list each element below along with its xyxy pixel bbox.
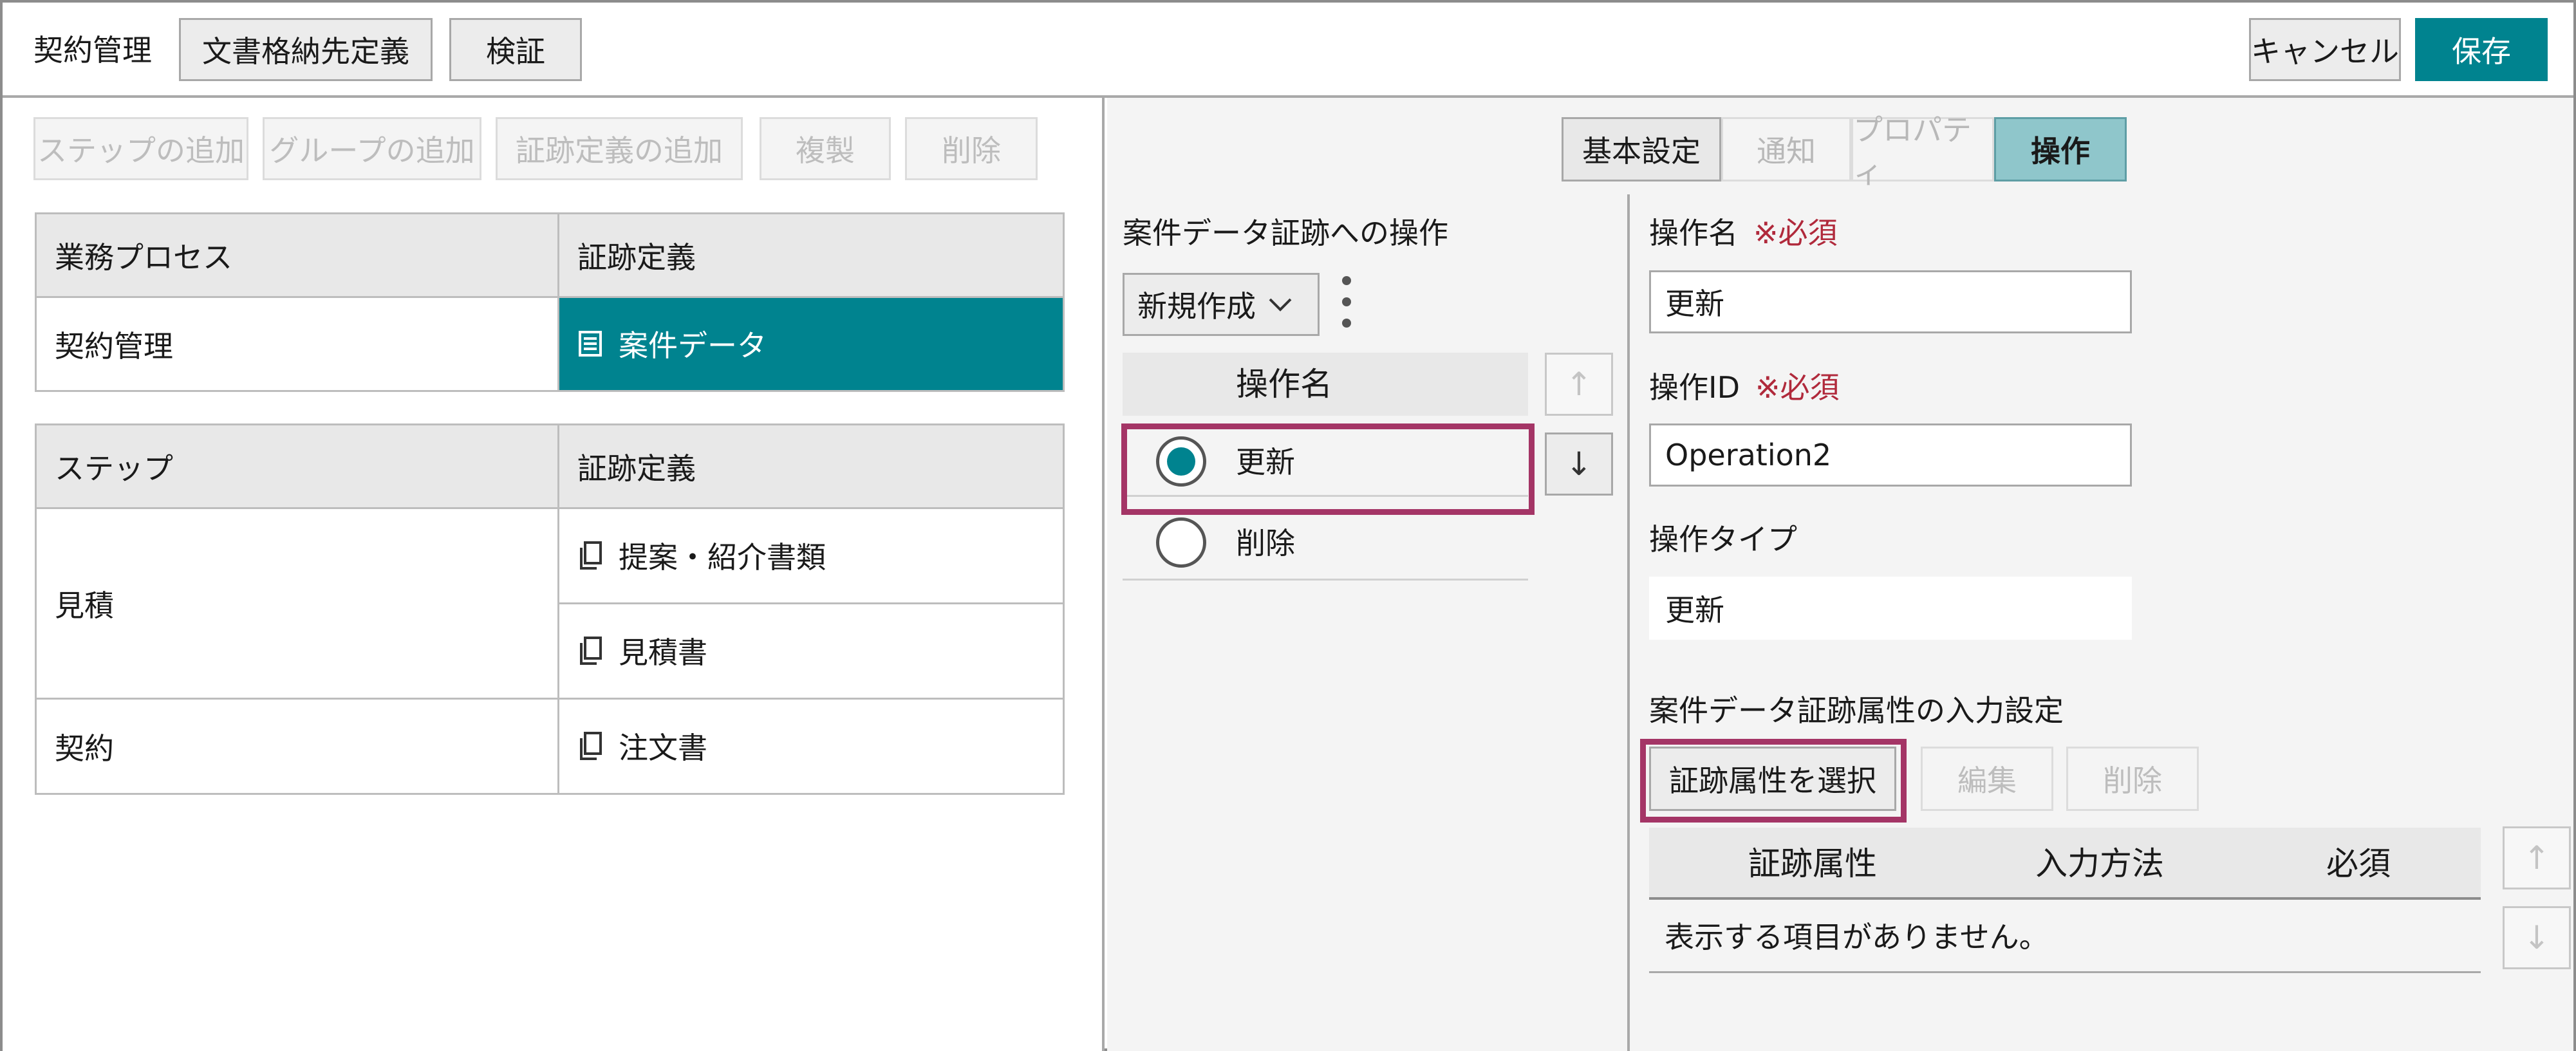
empty-message: 表示する項目がありません。 (1665, 920, 2049, 954)
step-cell-estimate[interactable]: 見積 (35, 507, 559, 700)
tab-notification[interactable]: 通知 (1721, 117, 1851, 181)
column-header-attribute: 証跡属性 (1748, 845, 1877, 882)
required-mark: ※必須 (1755, 370, 1840, 405)
attribute-move-down-button[interactable]: ↓ (2503, 906, 2571, 969)
verify-button[interactable]: 検証 (449, 18, 582, 81)
arrow-down-icon: ↓ (1565, 445, 1592, 483)
top-bar: 契約管理 文書格納先定義 検証 キャンセル 保存 (3, 3, 2573, 98)
radio-unselected[interactable] (1156, 517, 1206, 568)
arrow-down-icon: ↓ (2523, 919, 2550, 956)
attribute-table-empty-row: 表示する項目がありません。 (1649, 902, 2481, 973)
page-title: 契約管理 (33, 33, 152, 68)
new-operation-dropdown[interactable]: 新規作成 (1123, 273, 1320, 336)
doc-storage-button[interactable]: 文書格納先定義 (179, 18, 433, 81)
operation-id-input[interactable]: Operation2 (1649, 423, 2132, 487)
evidence-cell[interactable]: 提案・紹介書類 (557, 507, 1065, 604)
column-header-required: 必須 (2326, 845, 2391, 882)
evidence-label: 案件データ (619, 328, 767, 363)
duplicate-button[interactable]: 複製 (760, 117, 891, 180)
column-header-operation-name: 操作名 (1236, 366, 1332, 403)
move-down-button[interactable]: ↓ (1545, 432, 1613, 496)
evidence-label: 注文書 (619, 730, 707, 765)
edit-button[interactable]: 編集 (1921, 747, 2053, 811)
attribute-section-title: 案件データ証跡属性の入力設定 (1649, 693, 2064, 728)
evidence-cell[interactable]: 注文書 (557, 698, 1065, 795)
attribute-table-header: 証跡属性 入力方法 必須 (1649, 828, 2481, 900)
operation-name-label-text: 操作名 (1649, 216, 1738, 250)
operation-label: 削除 (1236, 526, 1295, 561)
arrow-up-icon: ↑ (1565, 366, 1592, 403)
add-step-button[interactable]: ステップの追加 (33, 117, 248, 180)
document-copy-icon (580, 541, 602, 570)
document-copy-icon (580, 636, 602, 665)
evidence-cell-selected[interactable]: 案件データ (557, 296, 1065, 392)
evidence-cell[interactable]: 見積書 (557, 602, 1065, 700)
settings-area: 基本設定 通知 プロパティ 操作 案件データ証跡への操作 新規作成 操作名 更新… (1107, 98, 2573, 1051)
highlight-box-operation (1121, 423, 1535, 515)
step-table: ステップ 証跡定義 見積 提案・紹介書類 見積書 契約 注文書 (35, 423, 1065, 795)
operation-name-input[interactable]: 更新 (1649, 270, 2132, 333)
operation-list-header: 操作名 (1123, 353, 1528, 416)
column-header-input-method: 入力方法 (2035, 845, 2164, 882)
operation-id-label-text: 操作ID (1649, 370, 1740, 405)
document-copy-icon (580, 731, 602, 760)
move-up-button[interactable]: ↑ (1545, 353, 1613, 416)
operation-type-value: 更新 (1649, 577, 2132, 640)
highlight-box-select-attribute (1640, 739, 1907, 823)
more-vert-icon[interactable] (1340, 273, 1353, 331)
delete-button[interactable]: 削除 (905, 117, 1038, 180)
add-group-button[interactable]: グループの追加 (263, 117, 481, 180)
operation-id-label: 操作ID ※必須 (1649, 368, 1840, 407)
operation-name-label: 操作名 ※必須 (1649, 214, 1838, 252)
column-header-process: 業務プロセス (35, 212, 559, 298)
new-dropdown-label: 新規作成 (1137, 289, 1256, 324)
attribute-move-up-button[interactable]: ↑ (2503, 826, 2571, 889)
add-evidence-definition-button[interactable]: 証跡定義の追加 (496, 117, 743, 180)
process-table: 業務プロセス 証跡定義 契約管理 案件データ (35, 212, 1065, 392)
app-window: 契約管理 文書格納先定義 検証 キャンセル 保存 ステップの追加 グループの追加… (0, 0, 2576, 1051)
evidence-label: 見積書 (619, 635, 707, 670)
list-document-icon (579, 330, 602, 357)
operation-detail-pane: 操作名 ※必須 更新 操作ID ※必須 Operation2 操作タイプ 更新 案件… (1632, 194, 2573, 1051)
step-cell-contract[interactable]: 契約 (35, 698, 559, 795)
tab-properties[interactable]: プロパティ (1851, 113, 1994, 190)
cancel-button[interactable]: キャンセル (2249, 18, 2401, 81)
operation-row[interactable]: 削除 (1123, 503, 1528, 581)
column-header-evidence: 証跡定義 (557, 212, 1065, 298)
operation-type-label: 操作タイプ (1649, 522, 1797, 557)
tab-basic-settings[interactable]: 基本設定 (1562, 117, 1721, 181)
evidence-label: 提案・紹介書類 (619, 539, 826, 575)
tab-operations[interactable]: 操作 (1994, 117, 2127, 181)
save-button[interactable]: 保存 (2415, 18, 2548, 81)
column-header-step: ステップ (35, 423, 559, 509)
process-cell[interactable]: 契約管理 (35, 296, 559, 392)
operations-section-title: 案件データ証跡への操作 (1123, 216, 1448, 250)
delete-attribute-button[interactable]: 削除 (2066, 747, 2199, 811)
definition-tree-pane: ステップの追加 グループの追加 証跡定義の追加 複製 削除 業務プロセス 証跡定… (3, 98, 1105, 1051)
operations-list-pane: 案件データ証跡への操作 新規作成 操作名 更新 削除 ↑ ↓ (1107, 194, 1630, 1051)
required-mark: ※必須 (1753, 216, 1838, 250)
chevron-down-icon (1269, 298, 1292, 312)
column-header-evidence: 証跡定義 (557, 423, 1065, 509)
arrow-up-icon: ↑ (2523, 839, 2550, 877)
